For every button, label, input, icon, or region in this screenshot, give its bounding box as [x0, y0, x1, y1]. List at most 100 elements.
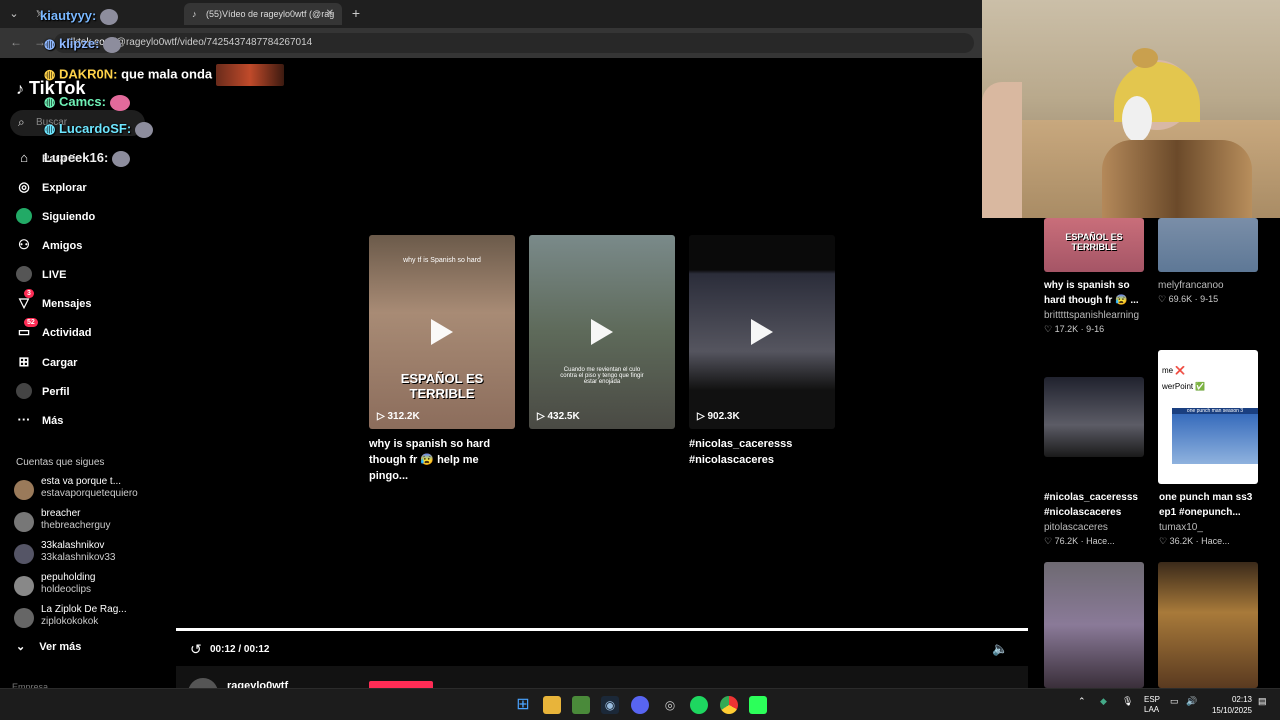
emote-icon: [135, 121, 154, 138]
windows-start-icon[interactable]: ⊞: [514, 696, 532, 714]
compass-icon: ◎: [18, 179, 30, 194]
related-stats: ♡ 69.6K · 9-15: [1158, 294, 1219, 304]
thumbnail-text: werPoint ✅: [1162, 382, 1206, 391]
avatar: [14, 480, 34, 500]
followed-account[interactable]: breacher thebreacherguy: [14, 508, 150, 536]
close-tab-icon[interactable]: ✕: [326, 8, 334, 19]
taskbar: ⊞ ◉ ◎ ⌃ ◆ 🎙 ESP LAA ▭ 🔊 02:13 15/10/2025 ▤: [0, 688, 1280, 720]
language-indicator[interactable]: ESP LAA: [1144, 695, 1160, 715]
related-user[interactable]: melyfrancanoo: [1158, 280, 1224, 291]
related-title[interactable]: #nicolas_caceresss #nicolascaceres: [1044, 490, 1138, 520]
followed-account[interactable]: 33kalashnikov 33kalashnikov33: [14, 540, 150, 568]
video-card[interactable]: Cuando me revientan el culo contra el pi…: [529, 235, 675, 429]
nav-cargar[interactable]: ⊞ Cargar: [16, 352, 146, 376]
avatar: [14, 608, 34, 628]
related-thumbnail[interactable]: [1044, 377, 1144, 457]
avatar: [14, 544, 34, 564]
tray-chevron-icon[interactable]: ⌃: [1078, 696, 1086, 707]
emote-icon: [100, 8, 119, 25]
notification-icon[interactable]: ▤: [1258, 696, 1267, 707]
emote-icon: [112, 150, 131, 167]
file-explorer-icon[interactable]: [543, 696, 561, 714]
volume-tray-icon[interactable]: 🔊: [1186, 696, 1197, 707]
chat-message: ◍ LucardoSF:: [44, 121, 154, 138]
tiktok-favicon-icon: ♪: [192, 9, 197, 19]
chat-message: ◍ klipze:: [44, 36, 122, 53]
emote-icon: [103, 36, 122, 53]
home-icon: ⌂: [20, 150, 28, 165]
upload-icon: ⊞: [18, 354, 30, 369]
chrome-icon[interactable]: [720, 696, 738, 714]
nav-live[interactable]: LIVE: [16, 264, 146, 288]
chat-message: kiautyyy:: [40, 8, 119, 25]
nav-actividad[interactable]: ▭ 52 Actividad: [16, 318, 146, 346]
progress-bar[interactable]: [176, 628, 1028, 631]
related-stats: ♡ 36.2K · Hace...: [1159, 536, 1230, 546]
emote-icon: [109, 94, 130, 111]
followed-account[interactable]: pepuholding holdeoclips: [14, 572, 150, 600]
related-thumbnail[interactable]: ESPAÑOL ES TERRIBLE: [1044, 218, 1144, 272]
avatar: [14, 576, 34, 596]
spotify-icon[interactable]: [690, 696, 708, 714]
following-icon: [16, 208, 32, 224]
messages-badge: 3: [24, 289, 34, 298]
webcam-overlay: [982, 0, 1280, 218]
video-caption: Cuando me revientan el culo contra el pi…: [560, 367, 644, 385]
followed-account[interactable]: esta va porque t... estavaporquetequiero: [14, 476, 150, 504]
related-user[interactable]: britttttspanishlearning: [1044, 310, 1139, 321]
url-field[interactable]: tiktok.com/@rageylo0wtf/video/7425437487…: [54, 33, 974, 53]
related-title[interactable]: one punch man ss3 ep1 #onepunch...: [1159, 490, 1252, 520]
thumbnail-overlay-text: one punch man season 3: [1172, 408, 1258, 414]
view-count: ▷ 312.2K: [377, 411, 420, 422]
chevron-down-icon: ⌄: [16, 641, 26, 653]
see-more-button[interactable]: ⌄ Ver más: [16, 640, 81, 653]
play-icon: [751, 319, 773, 345]
nav-amigos[interactable]: ⚇ Amigos: [16, 235, 146, 259]
url-path: /@rageylo0wtf/video/7425437487784267014: [113, 37, 313, 48]
nav-explorar[interactable]: ◎ Explorar: [16, 177, 146, 201]
browser-tab-active[interactable]: ♪ (55)Vídeo de rageylo0wtf (@rag ✕: [184, 3, 342, 25]
time-display: 00:12 / 00:12: [210, 644, 270, 655]
video-title[interactable]: #nicolas_caceresss #nicolascaceres: [689, 436, 839, 468]
nav-mas[interactable]: ··· Más: [16, 410, 146, 434]
related-user[interactable]: pitolascaceres: [1044, 522, 1108, 533]
network-icon[interactable]: ▭: [1170, 696, 1179, 707]
clock[interactable]: 02:13 15/10/2025: [1200, 694, 1252, 716]
app-icon[interactable]: [572, 696, 590, 714]
friends-icon: ⚇: [18, 237, 30, 252]
profile-icon: [16, 383, 32, 399]
chat-message: Lupeek16:: [44, 150, 131, 167]
video-card[interactable]: ▷ 902.3K: [689, 235, 835, 429]
related-thumbnail[interactable]: [1158, 562, 1258, 688]
related-user[interactable]: tumax10_: [1159, 522, 1203, 533]
related-thumbnail[interactable]: [1158, 218, 1258, 272]
related-thumbnail[interactable]: [1044, 562, 1144, 688]
volume-icon[interactable]: 🔈: [992, 641, 1008, 657]
nav-siguiendo[interactable]: Siguiendo: [16, 206, 146, 230]
view-count: ▷ 902.3K: [697, 411, 740, 422]
replay-icon[interactable]: ↺: [190, 641, 202, 658]
back-icon[interactable]: ←: [10, 35, 22, 49]
nav-perfil[interactable]: Perfil: [16, 381, 146, 405]
related-thumbnail[interactable]: me ❌ werPoint ✅ one punch man season 3: [1158, 350, 1258, 484]
search-icon: ⌕: [18, 115, 25, 129]
video-title[interactable]: why is spanish so hard though fr 😰 help …: [369, 436, 519, 484]
followed-account[interactable]: La Ziplok De Rag... ziplokokokok: [14, 604, 150, 632]
thumbnail-overlay-text: ESPAÑOL ES TERRIBLE: [1065, 232, 1123, 252]
chat-message: ◍ DAKR0N: que mala onda: [44, 64, 285, 86]
play-icon: [591, 319, 613, 345]
tiktok-note-icon: ♪: [16, 81, 24, 98]
kick-icon[interactable]: [749, 696, 767, 714]
tab-list-button[interactable]: ⌄: [4, 4, 24, 24]
discord-icon[interactable]: [631, 696, 649, 714]
badge-icon: ◍: [44, 66, 56, 82]
new-tab-button[interactable]: +: [346, 4, 366, 24]
shield-icon[interactable]: ◆: [1100, 696, 1107, 707]
microphone-icon[interactable]: 🎙: [1122, 696, 1133, 707]
related-title[interactable]: why is spanish so hard though fr 😰 ...: [1044, 278, 1139, 308]
video-card[interactable]: why tf is Spanish so hard ESPAÑOL ES TER…: [369, 235, 515, 429]
obs-icon[interactable]: ◎: [661, 696, 679, 714]
steam-icon[interactable]: ◉: [601, 696, 619, 714]
nav-mensajes[interactable]: ▽ 3 Mensajes: [16, 289, 146, 317]
thumbnail-text: me ❌: [1162, 366, 1186, 375]
